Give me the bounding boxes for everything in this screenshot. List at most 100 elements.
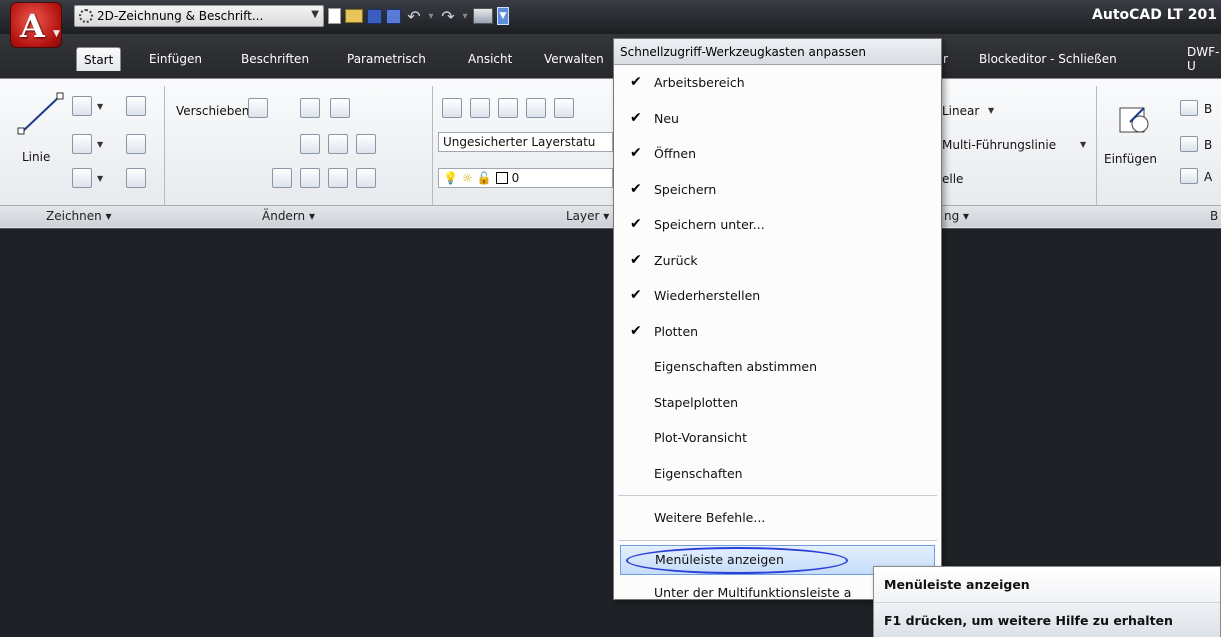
stretch-icon[interactable] [330,98,350,118]
extend-icon[interactable] [356,134,376,154]
tab-verwalten[interactable]: Verwalten [537,47,611,71]
chevron-down-icon[interactable]: ▼ [97,174,103,183]
multileader-button[interactable]: Multi-Führungslinie [942,138,1056,152]
gear-icon [79,9,93,23]
tab-dwf[interactable]: DWF-U [1180,45,1221,73]
plot-printer-icon[interactable] [473,8,493,24]
menu-item-neu[interactable]: ✔ Neu [614,101,941,137]
sun-icon[interactable]: ☼ [462,171,473,185]
check-icon: ✔ [630,109,642,126]
title-bar: 2D-Zeichnung & Beschrift... ▼ ↶ ▾ ↷ ▾ ▼ … [0,0,1221,34]
layer-unisolate-icon[interactable] [526,98,546,118]
menu-item-plot-voransicht[interactable]: Plot-Voransicht [614,420,941,456]
mirror-icon[interactable] [328,134,348,154]
attribute-label[interactable]: A [1204,170,1212,184]
menu-separator [618,495,937,496]
lightbulb-icon[interactable]: 💡 [443,171,458,185]
menu-header: Schnellzugriff-Werkzeugkasten anpassen [614,39,941,65]
chevron-down-icon[interactable]: ▼ [97,102,103,111]
ribbon-tabs: Start Einfügen Beschriften Parametrisch … [0,34,1221,78]
line-label: Linie [22,150,51,164]
line-tool-icon[interactable] [16,90,66,138]
polyline-icon[interactable] [72,96,92,116]
check-icon: ✔ [630,322,642,339]
menu-item-stapelplotten[interactable]: Stapelplotten [614,385,941,421]
panel-layer-label[interactable]: Layer ▾ [566,209,609,223]
menu-item-plotten[interactable]: ✔ Plotten [614,314,941,350]
layer-properties-icon[interactable] [442,98,462,118]
redo-icon[interactable]: ↷ [439,7,457,26]
trim-icon[interactable] [300,134,320,154]
tab-einfuegen[interactable]: Einfügen [142,47,209,71]
tooltip: Menüleiste anzeigen F1 drücken, um weite… [873,566,1221,637]
check-icon: ✔ [630,216,642,232]
save-as-icon[interactable] [386,8,401,24]
layer-isolate-icon[interactable] [498,98,518,118]
menu-item-oeffnen[interactable]: ✔ Öffnen [614,136,941,172]
chevron-down-icon[interactable]: ▼ [988,106,994,115]
tab-blockeditor-close[interactable]: Blockeditor - Schließen [972,47,1124,71]
hatch-icon[interactable] [126,168,146,188]
tab-beschriften[interactable]: Beschriften [234,47,316,71]
attribute-icon[interactable] [1180,168,1198,184]
create-block-label[interactable]: B [1204,102,1212,116]
workspace-dropdown[interactable]: 2D-Zeichnung & Beschrift... ▼ [74,5,324,27]
create-block-icon[interactable] [1180,100,1198,116]
ellipse-icon[interactable] [72,168,92,188]
redo-dropdown-icon[interactable]: ▾ [461,7,469,25]
quick-access-toolbar: ↶ ▾ ↷ ▾ ▼ [328,5,509,27]
panel-draw-label[interactable]: Zeichnen ▾ [46,209,112,223]
ribbon-panel-labels: Zeichnen ▾ Ändern ▾ Layer ▾ ng ▾ B [0,205,1221,227]
customize-qat-button[interactable]: ▼ [497,7,509,25]
tab-start[interactable]: Start [76,47,122,71]
edit-block-icon[interactable] [1180,136,1198,152]
tooltip-title: Menüleiste anzeigen [874,567,1220,603]
move-label[interactable]: Verschieben [176,104,249,118]
undo-icon[interactable]: ↶ [405,7,423,26]
autocad-logo-icon: A [20,7,45,45]
tab-ansicht[interactable]: Ansicht [461,47,519,71]
insert-label[interactable]: Einfügen [1104,152,1157,166]
lock-icon[interactable]: 🔓 [477,171,492,185]
menu-item-speichern[interactable]: ✔ Speichern [614,172,941,208]
undo-dropdown-icon[interactable]: ▾ [427,7,435,25]
tab-parametrisch[interactable]: Parametrisch [340,47,433,71]
explode-icon[interactable] [300,168,320,188]
circle-icon[interactable] [72,134,92,154]
menu-item-wiederherstellen[interactable]: ✔ Wiederherstellen [614,278,941,314]
panel-modify-label[interactable]: Ändern ▾ [262,209,315,223]
layer-match-icon[interactable] [554,98,574,118]
rectangle-icon[interactable] [126,134,146,154]
insert-block-icon[interactable] [1116,100,1156,140]
menu-item-zurueck[interactable]: ✔ Zurück [614,243,941,279]
chevron-down-icon[interactable]: ▼ [97,140,103,149]
workspace-label: 2D-Zeichnung & Beschrift... [97,9,264,23]
new-file-icon[interactable] [328,8,341,24]
layer-state-dropdown[interactable]: Ungesicherter Layerstatu [438,132,613,152]
edit-block-label[interactable]: B [1204,138,1212,152]
copy-icon[interactable] [300,98,320,118]
table-button[interactable]: elle [942,172,963,186]
menu-item-arbeitsbereich[interactable]: ✔ Arbeitsbereich [614,65,941,101]
open-folder-icon[interactable] [345,9,363,23]
linear-dimension-button[interactable]: Linear [942,104,979,118]
chevron-down-icon[interactable]: ▼ [1080,140,1086,149]
arc-icon[interactable] [126,96,146,116]
layer-state-icon[interactable] [470,98,490,118]
tooltip-help: F1 drücken, um weitere Hilfe zu erhalten [874,603,1220,637]
current-layer-dropdown[interactable]: 💡 ☼ 🔓 0 [438,168,613,188]
panel-block-label[interactable]: B [1210,209,1218,223]
erase-icon[interactable] [272,168,292,188]
fillet-icon[interactable] [356,168,376,188]
menu-item-more-commands[interactable]: Weitere Befehle... [614,500,941,536]
save-icon[interactable] [367,8,382,24]
rotate-icon[interactable] [248,98,268,118]
check-icon: ✔ [630,287,642,303]
menu-item-eigenschaften-abstimmen[interactable]: Eigenschaften abstimmen [614,349,941,385]
menu-item-speichern-unter[interactable]: ✔ Speichern unter... [614,207,941,243]
application-menu-button[interactable]: A ▼ [10,2,62,48]
array-icon[interactable] [328,168,348,188]
layer-color-swatch [495,172,508,184]
panel-annotation-label[interactable]: ng ▾ [944,209,969,223]
menu-item-eigenschaften[interactable]: Eigenschaften [614,456,941,492]
